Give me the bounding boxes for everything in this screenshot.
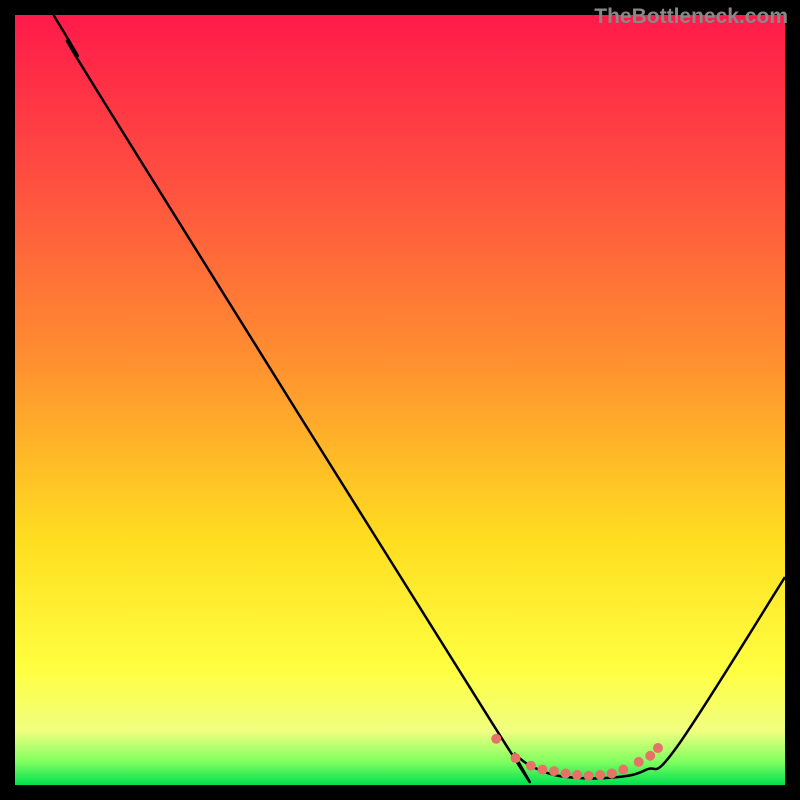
marker-point (634, 757, 644, 767)
marker-point (491, 734, 501, 744)
marker-point (561, 768, 571, 778)
marker-point (526, 761, 536, 771)
marker-point (645, 751, 655, 761)
marker-point (584, 771, 594, 781)
gradient-background (15, 15, 785, 785)
chart-plot-area (15, 15, 785, 785)
attribution-text: TheBottleneck.com (594, 5, 788, 29)
marker-point (618, 765, 628, 775)
marker-point (549, 766, 559, 776)
marker-point (595, 770, 605, 780)
marker-point (572, 770, 582, 780)
marker-point (653, 743, 663, 753)
marker-point (607, 768, 617, 778)
bottleneck-chart (15, 15, 785, 785)
marker-point (511, 753, 521, 763)
marker-point (537, 765, 547, 775)
